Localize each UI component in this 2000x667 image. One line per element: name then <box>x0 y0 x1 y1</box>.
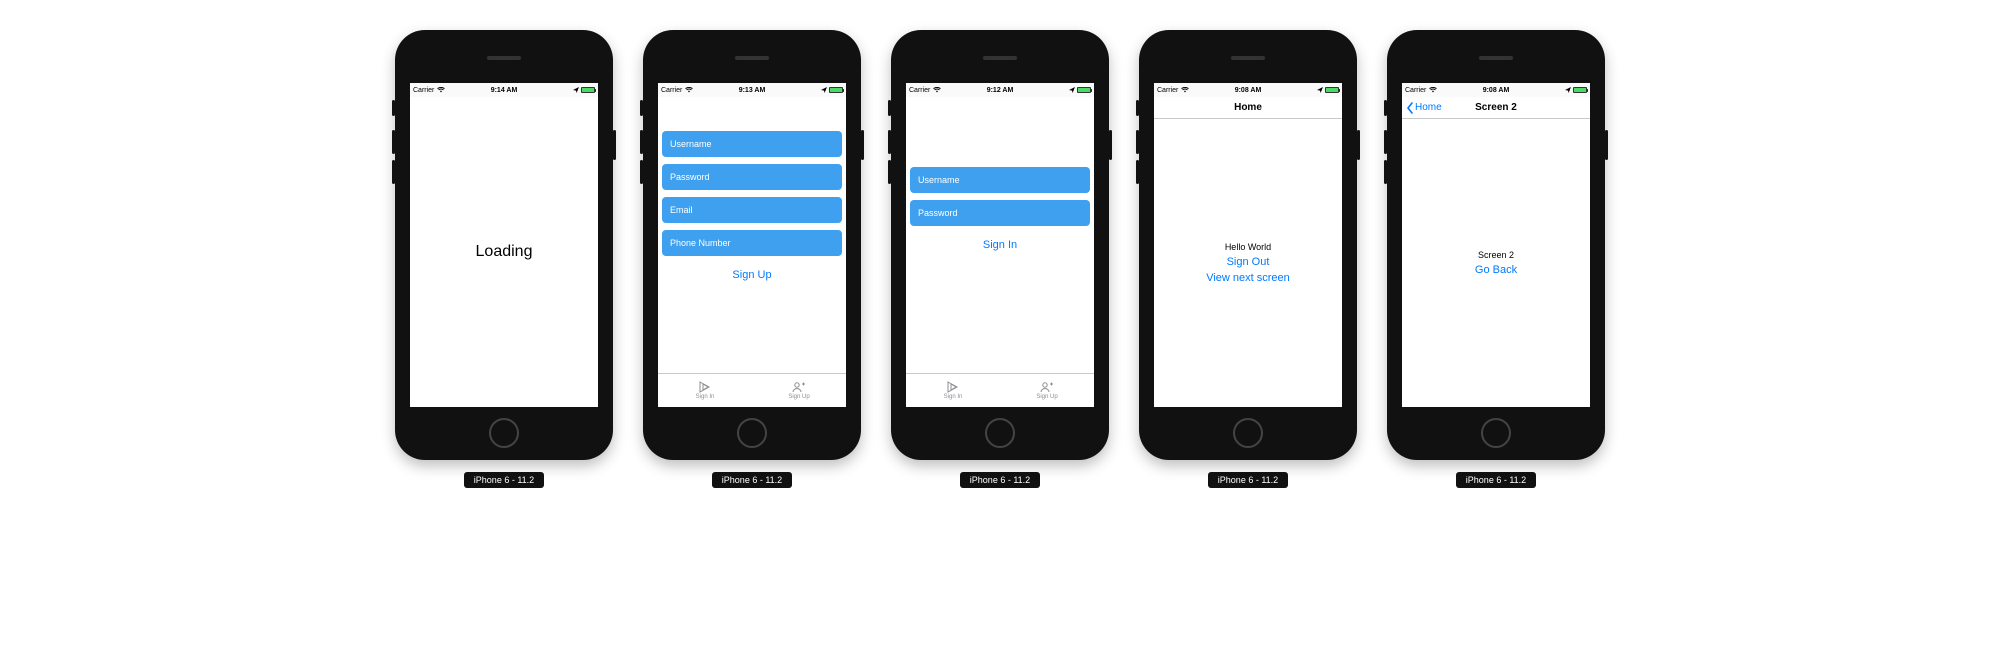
phone-frame: Carrier 9:08 AM Home Screen 2 <box>1387 30 1605 460</box>
screen: Carrier 9:14 AM Loading <box>410 83 598 407</box>
signup-icon <box>1040 381 1054 393</box>
battery-icon <box>1573 87 1587 93</box>
phone-frame: Carrier 9:13 AM Username Password Email … <box>643 30 861 460</box>
email-field[interactable]: Email <box>662 197 842 223</box>
home-button[interactable] <box>489 418 519 448</box>
status-bar: Carrier 9:13 AM <box>658 83 846 97</box>
signup-icon <box>792 381 806 393</box>
tab-signin[interactable]: Sign In <box>658 374 752 407</box>
battery-icon <box>581 87 595 93</box>
status-bar: Carrier 9:08 AM <box>1154 83 1342 97</box>
phone-frame: Carrier 9:12 AM Username Password Sign I… <box>891 30 1109 460</box>
nav-bar: Home <box>1154 97 1342 119</box>
screen: Carrier 9:12 AM Username Password Sign I… <box>906 83 1094 407</box>
username-field[interactable]: Username <box>910 167 1090 193</box>
battery-icon <box>829 87 843 93</box>
status-time: 9:08 AM <box>1154 87 1342 94</box>
tab-signup[interactable]: Sign Up <box>752 374 846 407</box>
device-1: Carrier 9:14 AM Loading iPhone 6 - <box>395 30 613 488</box>
battery-icon <box>1325 87 1339 93</box>
tab-bar: Sign In Sign Up <box>906 373 1094 407</box>
username-field[interactable]: Username <box>662 131 842 157</box>
phone-field[interactable]: Phone Number <box>662 230 842 256</box>
nav-title: Home <box>1234 102 1262 113</box>
home-button[interactable] <box>1481 418 1511 448</box>
status-bar: Carrier 9:14 AM <box>410 83 598 97</box>
device-4: Carrier 9:08 AM Home Hello World Sign <box>1139 30 1357 488</box>
home-button[interactable] <box>737 418 767 448</box>
device-2: Carrier 9:13 AM Username Password Email … <box>643 30 861 488</box>
home-button[interactable] <box>1233 418 1263 448</box>
screen: Carrier 9:08 AM Home Screen 2 <box>1402 83 1590 407</box>
status-time: 9:13 AM <box>658 87 846 94</box>
screen: Carrier 9:13 AM Username Password Email … <box>658 83 846 407</box>
tab-bar: Sign In Sign Up <box>658 373 846 407</box>
signup-button[interactable]: Sign Up <box>662 263 842 287</box>
tab-signin-label: Sign In <box>944 394 963 400</box>
password-field[interactable]: Password <box>662 164 842 190</box>
simulator-label: iPhone 6 - 11.2 <box>1456 472 1536 488</box>
home-button[interactable] <box>985 418 1015 448</box>
device-3: Carrier 9:12 AM Username Password Sign I… <box>891 30 1109 488</box>
battery-icon <box>1077 87 1091 93</box>
nav-back-button[interactable]: Home <box>1406 97 1442 118</box>
status-time: 9:08 AM <box>1402 87 1590 94</box>
simulator-label: iPhone 6 - 11.2 <box>1208 472 1288 488</box>
screen: Carrier 9:08 AM Home Hello World Sign <box>1154 83 1342 407</box>
hello-label: Hello World <box>1225 242 1271 252</box>
status-time: 9:14 AM <box>410 87 598 94</box>
simulator-label: iPhone 6 - 11.2 <box>464 472 544 488</box>
goback-button[interactable]: Go Back <box>1475 264 1517 276</box>
nav-back-label: Home <box>1415 102 1442 113</box>
tab-signup-label: Sign Up <box>1036 394 1057 400</box>
view-next-button[interactable]: View next screen <box>1206 272 1290 284</box>
loading-label: Loading <box>476 243 533 261</box>
phone-frame: Carrier 9:14 AM Loading <box>395 30 613 460</box>
password-field[interactable]: Password <box>910 200 1090 226</box>
signout-button[interactable]: Sign Out <box>1227 256 1270 268</box>
status-bar: Carrier 9:12 AM <box>906 83 1094 97</box>
device-5: Carrier 9:08 AM Home Screen 2 <box>1387 30 1605 488</box>
signin-icon <box>698 381 712 393</box>
simulator-label: iPhone 6 - 11.2 <box>712 472 792 488</box>
screen2-label: Screen 2 <box>1478 250 1514 260</box>
nav-title: Screen 2 <box>1475 102 1517 113</box>
signin-icon <box>946 381 960 393</box>
nav-bar: Home Screen 2 <box>1402 97 1590 119</box>
tab-signin[interactable]: Sign In <box>906 374 1000 407</box>
tab-signup[interactable]: Sign Up <box>1000 374 1094 407</box>
tab-signin-label: Sign In <box>696 394 715 400</box>
simulator-label: iPhone 6 - 11.2 <box>960 472 1040 488</box>
signin-button[interactable]: Sign In <box>910 233 1090 257</box>
phone-frame: Carrier 9:08 AM Home Hello World Sign <box>1139 30 1357 460</box>
status-bar: Carrier 9:08 AM <box>1402 83 1590 97</box>
status-time: 9:12 AM <box>906 87 1094 94</box>
tab-signup-label: Sign Up <box>788 394 809 400</box>
chevron-left-icon <box>1406 102 1414 114</box>
